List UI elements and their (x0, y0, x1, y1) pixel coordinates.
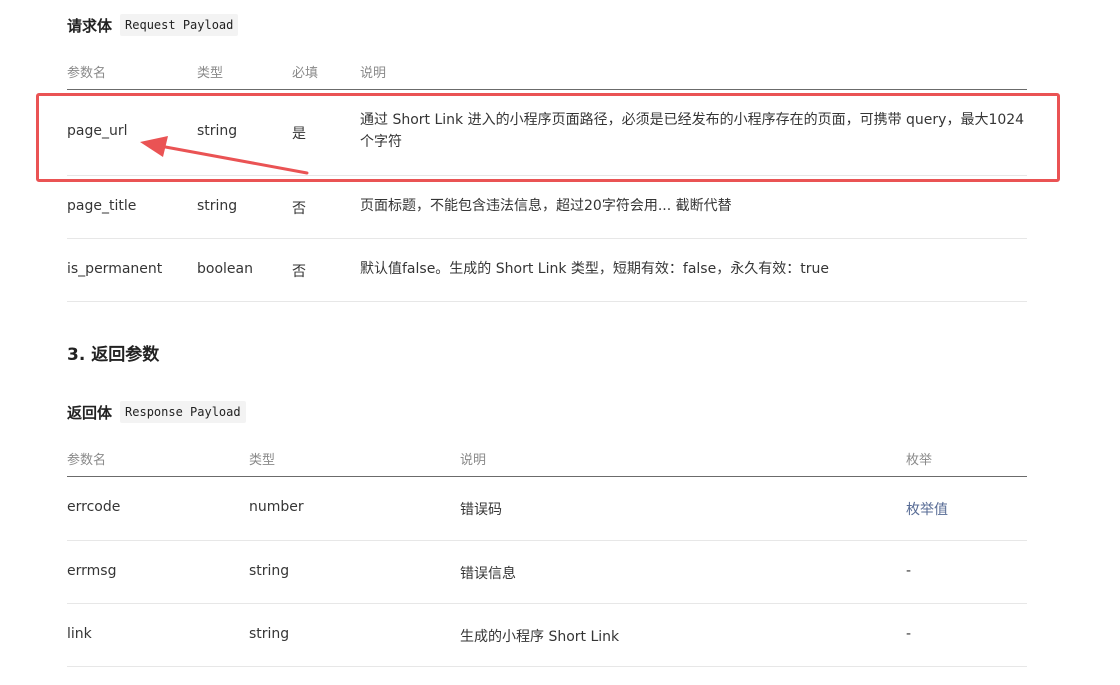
param-description: 生成的小程序 Short Link (460, 629, 620, 645)
param-description: 默认值false。生成的 Short Link 类型，短期有效：false，永久… (360, 261, 829, 277)
param-type: number (249, 499, 304, 515)
enum-values-link[interactable]: 枚举值 (906, 499, 948, 519)
request-params-table: 参数名 类型 必填 说明 page_url string 是 通过 Short … (67, 46, 1027, 302)
col-required: 必填 (292, 66, 319, 81)
description-line: 个字符 (360, 134, 402, 150)
param-type: string (197, 198, 238, 214)
description-line: 通过 Short Link 进入的小程序页面路径，必须是已经发布的小程序存在的页… (360, 112, 1025, 128)
param-name: errmsg (67, 563, 117, 579)
response-params-table: 参数名 类型 说明 枚举 errcode number 错误码 枚举值 errm… (67, 433, 1027, 667)
enum-value: - (906, 563, 912, 579)
request-table-header: 参数名 类型 必填 说明 (67, 46, 1027, 90)
param-description: 页面标题，不能包含违法信息，超过20字符会用... 截断代替 (360, 198, 732, 214)
table-row: errmsg string 错误信息 - (67, 541, 1027, 604)
param-name: errcode (67, 499, 121, 515)
param-name: is_permanent (67, 261, 163, 277)
param-type: string (197, 123, 238, 139)
param-required: 否 (292, 264, 306, 280)
param-type: boolean (197, 261, 253, 277)
request-payload-heading: 请求体 Request Payload (67, 14, 239, 36)
param-description: 错误信息 (460, 566, 516, 582)
param-name: page_url (67, 123, 128, 139)
request-heading-text: 请求体 (67, 16, 113, 35)
param-type: string (249, 626, 290, 642)
enum-value: - (906, 626, 912, 642)
param-type: string (249, 563, 290, 579)
col-description: 说明 (460, 453, 487, 468)
table-row: link string 生成的小程序 Short Link - (67, 604, 1027, 667)
col-description: 说明 (360, 66, 387, 81)
col-param-name: 参数名 (67, 453, 107, 468)
param-required: 是 (292, 126, 306, 142)
col-param-name: 参数名 (67, 66, 107, 81)
response-payload-heading: 返回体 Response Payload (67, 401, 246, 423)
param-description: 错误码 (460, 502, 502, 518)
response-payload-code: Response Payload (120, 401, 246, 423)
table-row: is_permanent boolean 否 默认值false。生成的 Shor… (67, 239, 1027, 302)
param-name: link (67, 626, 92, 642)
param-name: page_title (67, 198, 137, 214)
col-type: 类型 (197, 66, 224, 81)
table-row: errcode number 错误码 枚举值 (67, 477, 1027, 541)
response-table-header: 参数名 类型 说明 枚举 (67, 433, 1027, 477)
request-payload-code: Request Payload (120, 14, 239, 36)
param-required: 否 (292, 201, 306, 217)
table-row: page_url string 是 通过 Short Link 进入的小程序页面… (67, 90, 1027, 176)
section-title: 3. 返回参数 (67, 345, 160, 365)
response-heading-text: 返回体 (67, 403, 113, 422)
table-row: page_title string 否 页面标题，不能包含违法信息，超过20字符… (67, 176, 1027, 239)
col-enum: 枚举 (906, 453, 933, 468)
col-type: 类型 (249, 453, 276, 468)
param-description: 通过 Short Link 进入的小程序页面路径，必须是已经发布的小程序存在的页… (360, 109, 1025, 153)
